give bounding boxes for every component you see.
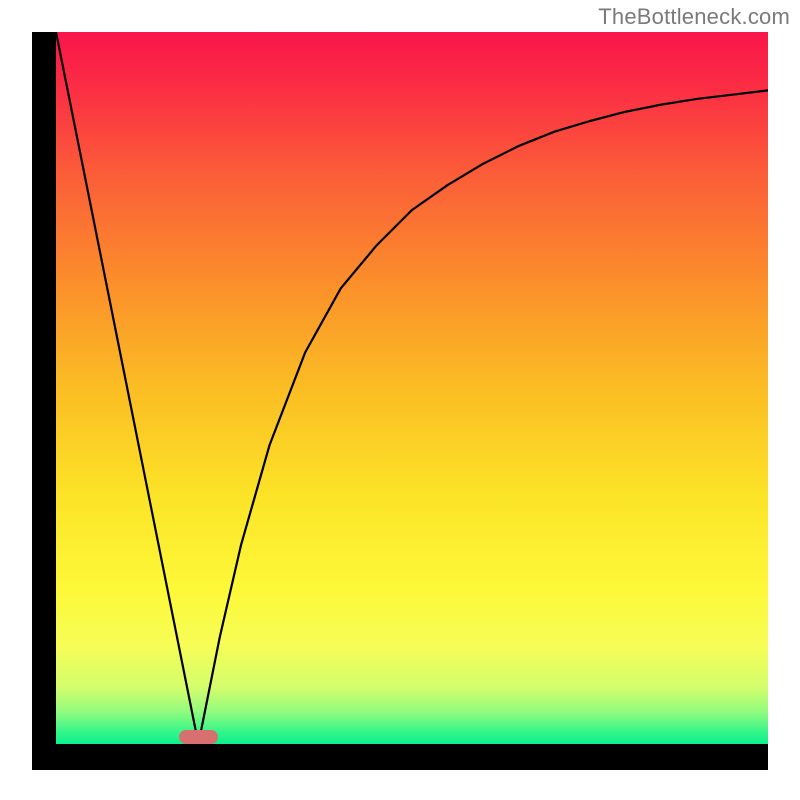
plot-svg (56, 32, 768, 744)
chart-frame: TheBottleneck.com (0, 0, 800, 800)
optimal-marker (179, 730, 218, 744)
attribution-label: TheBottleneck.com (598, 4, 790, 30)
plot-area (56, 32, 768, 744)
gradient-background (56, 32, 768, 744)
